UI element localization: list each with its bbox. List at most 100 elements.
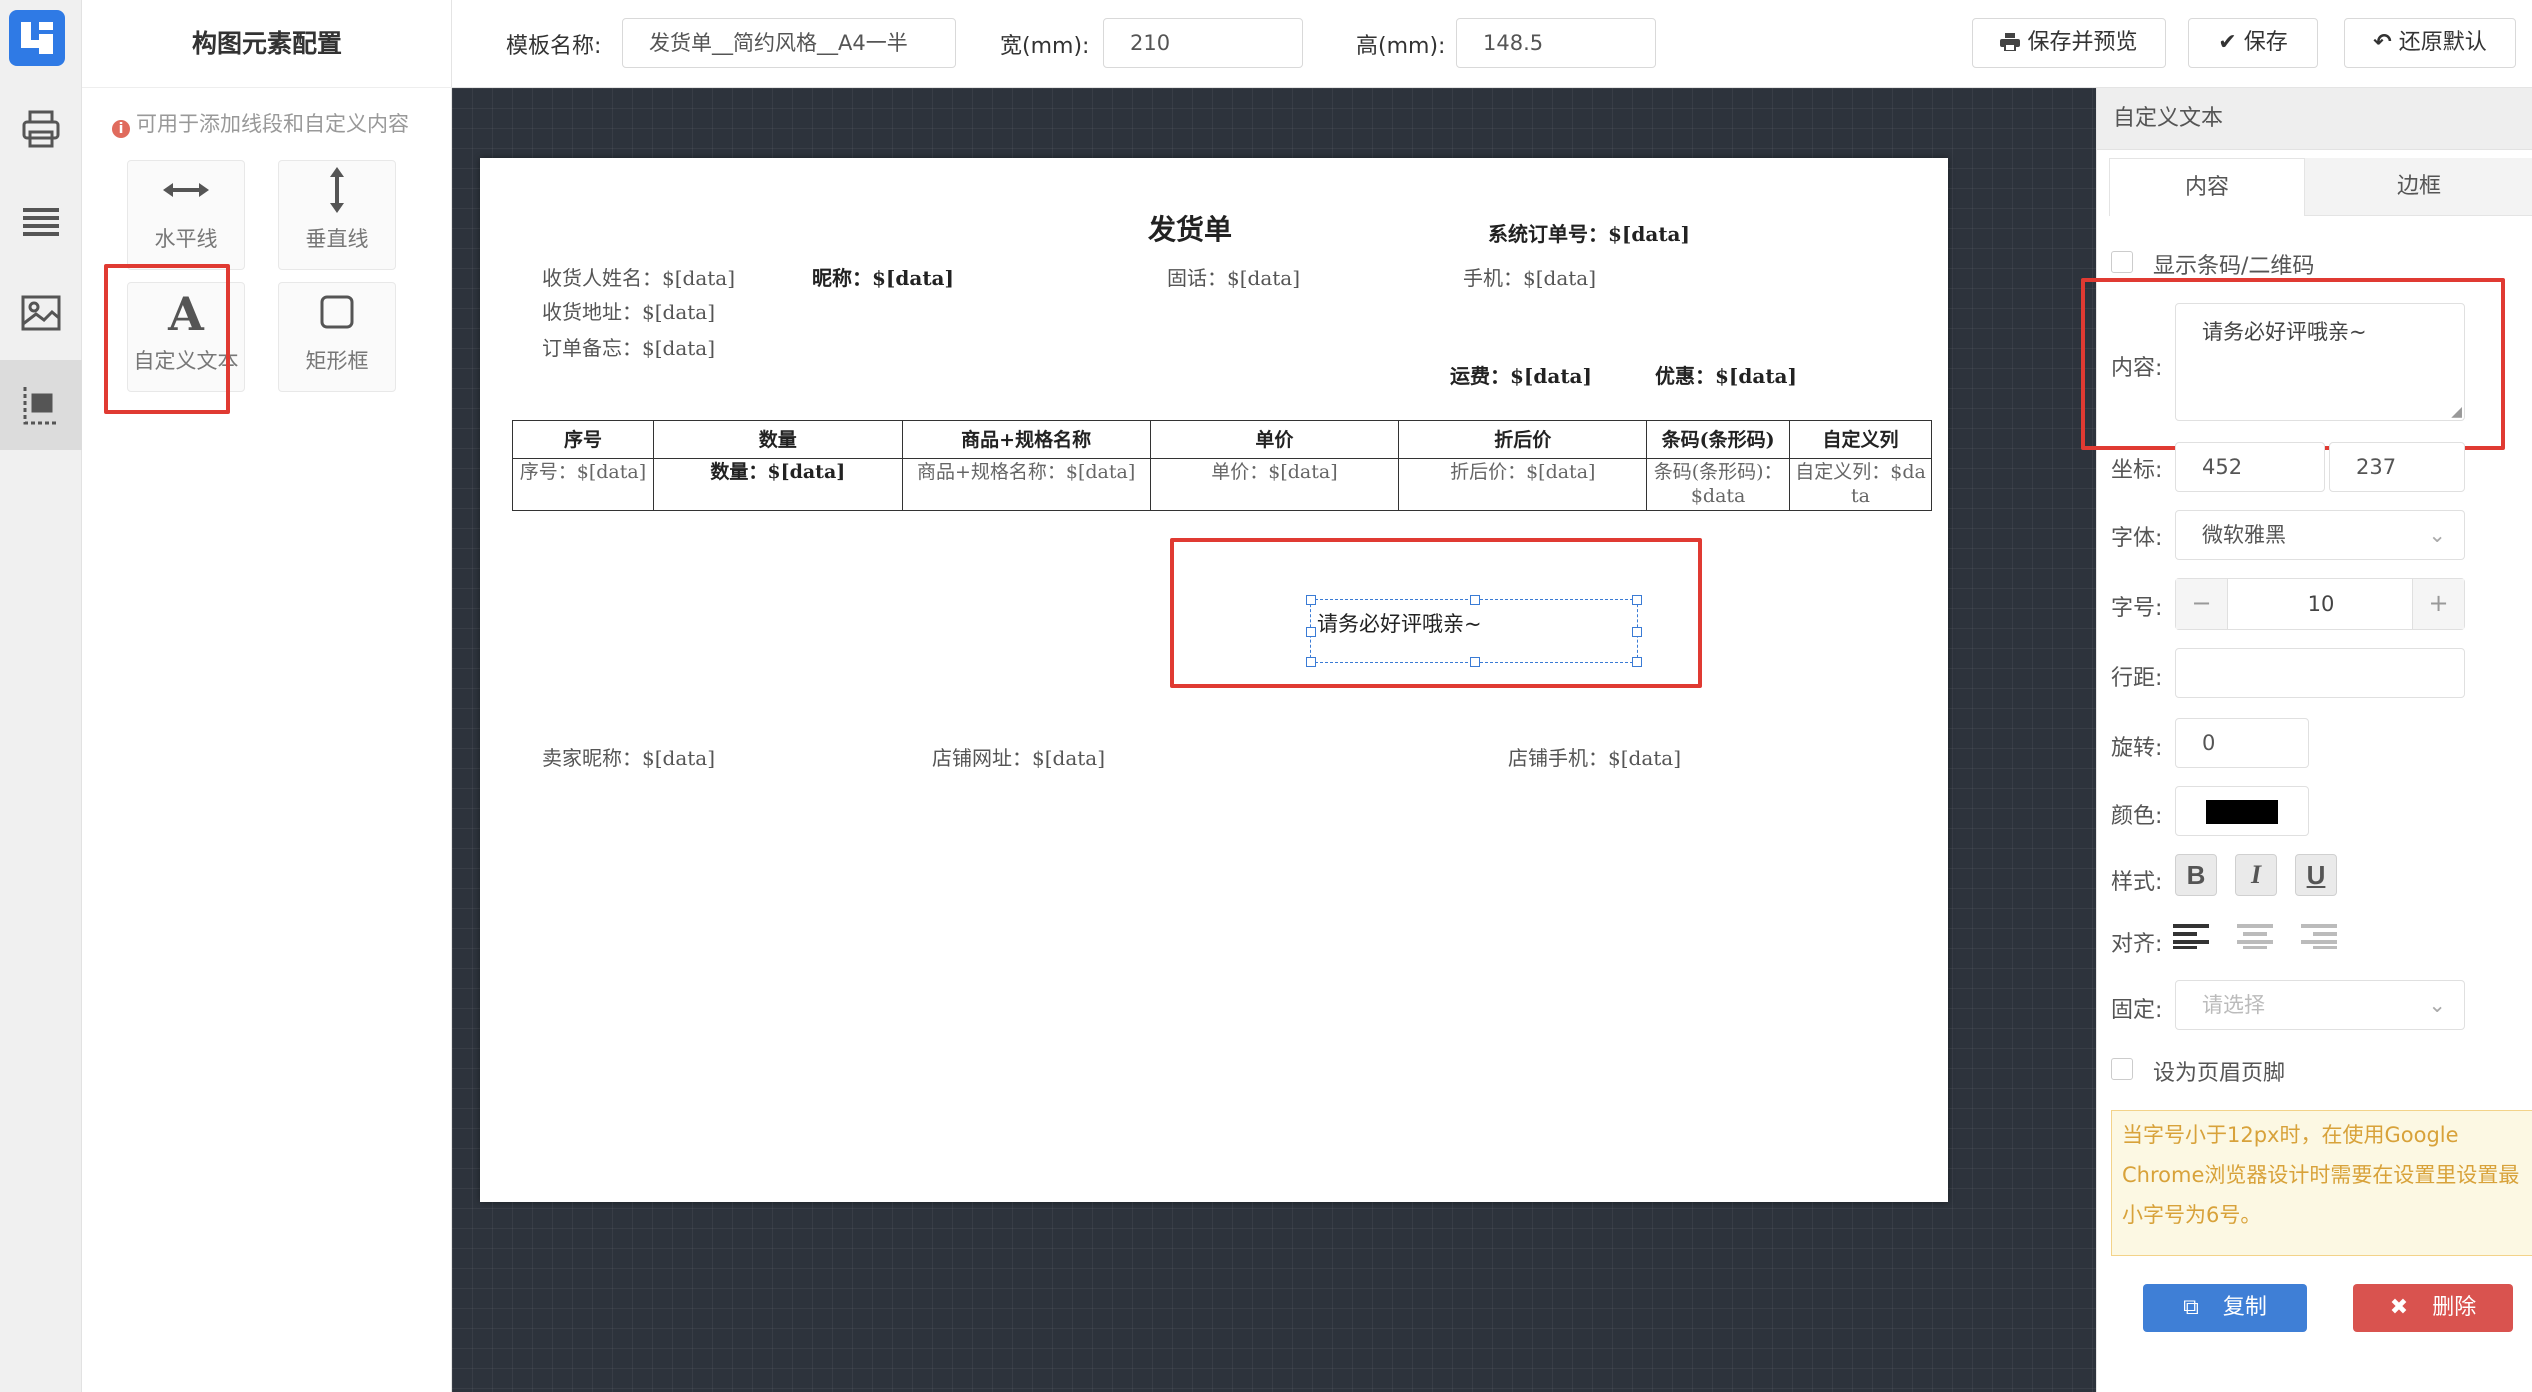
table-header-cell: 序号 [512, 420, 654, 459]
size-value[interactable]: 10 [2228, 579, 2414, 629]
elements-panel-title: 构图元素配置 [82, 0, 452, 88]
chevron-down-icon: ⌄ [2428, 993, 2446, 1017]
warning-text: 当字号小于12px时，在使用Google Chrome浏览器设计时需要在设置里设… [2122, 1123, 2520, 1227]
nickname[interactable]: 昵称：$[data] [812, 262, 954, 291]
tab-content[interactable]: 内容 [2109, 158, 2305, 216]
paper[interactable]: 发货单 系统订单号：$[data] 收货人姓名：$[data] 昵称：$[dat… [480, 158, 1948, 1202]
bold-button[interactable]: B [2175, 854, 2217, 896]
copy-button[interactable]: ⧉ 复制 [2143, 1284, 2307, 1332]
reset-label: 还原默认 [2398, 30, 2487, 55]
fixed-select[interactable]: 请选择 ⌄ [2175, 980, 2465, 1030]
receiver-name[interactable]: 收货人姓名：$[data] [542, 262, 735, 291]
printer-icon [2000, 30, 2021, 55]
tool-rectangle[interactable]: 矩形框 [278, 282, 396, 392]
coord-x-input[interactable]: 452 [2175, 442, 2325, 492]
seller-nick[interactable]: 卖家昵称：$[data] [542, 742, 715, 771]
header-footer-checkbox[interactable] [2111, 1058, 2133, 1080]
order-number[interactable]: 系统订单号：$[data] [1488, 218, 1690, 247]
table-header-cell: 自定义列 [1789, 420, 1932, 459]
italic-button[interactable]: I [2235, 854, 2277, 896]
table-cell: 数量：$[data] [652, 458, 903, 511]
paper-title[interactable]: 发货单 [1148, 208, 1232, 248]
align-right-icon[interactable] [2301, 922, 2337, 954]
table-cell: 序号：$[data] [512, 458, 654, 511]
tool-vertical-line[interactable]: 垂直线 [278, 160, 396, 270]
top-bar: 模板名称: 发货单__简约风格__A4一半 宽(mm): 210 高(mm): … [452, 0, 2532, 88]
font-select[interactable]: 微软雅黑 ⌄ [2175, 510, 2465, 560]
align-label: 对齐: [2111, 932, 2163, 957]
template-name-label: 模板名称: [506, 34, 602, 59]
layout-element-icon[interactable] [0, 360, 82, 450]
save-label: 保存 [2243, 30, 2288, 55]
highlight-box-tool [104, 264, 230, 414]
show-barcode-checkbox[interactable] [2111, 251, 2133, 273]
fixed-label: 固定: [2111, 998, 2163, 1023]
mobile[interactable]: 手机：$[data] [1463, 262, 1596, 291]
tool-label: 垂直线 [305, 227, 369, 251]
coord-label: 坐标: [2111, 458, 2163, 483]
fixed-placeholder: 请选择 [2202, 993, 2265, 1017]
color-picker[interactable] [2175, 786, 2309, 836]
save-preview-button[interactable]: 保存并预览 [1972, 18, 2166, 68]
properties-header: 自定义文本 [2097, 88, 2532, 150]
check-icon: ✔ [2218, 30, 2237, 55]
table-header-cell: 折后价 [1398, 420, 1648, 459]
table-header-cell: 条码(条形码) [1646, 420, 1791, 459]
horizontal-arrow-icon [161, 180, 211, 205]
remark[interactable]: 订单备忘：$[data] [542, 332, 715, 361]
table-cell: 条码(条形码)：$data [1646, 458, 1791, 511]
close-icon: ✖ [2389, 1295, 2409, 1320]
tab-border[interactable]: 边框 [2305, 158, 2532, 216]
template-name-input[interactable]: 发货单__简约风格__A4一半 [622, 18, 956, 68]
logo-icon[interactable] [9, 10, 65, 66]
align-center-icon[interactable] [2237, 922, 2273, 954]
rotate-label: 旋转: [2111, 736, 2163, 761]
image-icon[interactable] [0, 268, 82, 358]
phone[interactable]: 固话：$[data] [1167, 262, 1300, 291]
delete-label: 删除 [2432, 1295, 2477, 1320]
table-header-cell: 数量 [652, 420, 903, 459]
line-height-label: 行距: [2111, 666, 2163, 691]
tool-horizontal-line[interactable]: 水平线 [127, 160, 245, 270]
tip-text: i 可用于添加线段和自定义内容 [112, 108, 409, 138]
line-height-input[interactable] [2175, 648, 2465, 698]
discount[interactable]: 优惠：$[data] [1655, 360, 1797, 389]
size-minus-button[interactable]: − [2176, 579, 2228, 629]
left-rail [0, 0, 82, 1392]
underline-button[interactable]: U [2295, 854, 2337, 896]
copy-icon: ⧉ [2183, 1295, 2199, 1320]
vertical-arrow-icon [327, 165, 347, 220]
font-size-stepper[interactable]: − 10 + [2175, 578, 2465, 630]
table-header-row: 序号 数量 商品+规格名称 单价 折后价 条码(条形码) 自定义列 [512, 420, 1932, 459]
table-cell: 商品+规格名称：$[data] [901, 458, 1151, 511]
address[interactable]: 收货地址：$[data] [542, 296, 715, 325]
tool-label: 水平线 [154, 227, 218, 251]
printer-icon[interactable] [0, 84, 82, 174]
align-left-icon[interactable] [2173, 922, 2209, 954]
width-label: 宽(mm): [1000, 34, 1090, 59]
header-footer-label: 设为页眉页脚 [2153, 1061, 2286, 1086]
undo-icon: ↶ [2373, 30, 2392, 55]
highlight-box-content [2081, 278, 2505, 450]
style-label: 样式: [2111, 870, 2163, 895]
size-label: 字号: [2111, 596, 2163, 621]
size-plus-button[interactable]: + [2412, 579, 2464, 629]
reset-button[interactable]: ↶ 还原默认 [2344, 18, 2516, 68]
tip-label: 可用于添加线段和自定义内容 [136, 112, 409, 136]
list-icon[interactable] [0, 176, 82, 266]
rotate-input[interactable]: 0 [2175, 718, 2309, 768]
font-label: 字体: [2111, 526, 2163, 551]
delete-button[interactable]: ✖ 删除 [2353, 1284, 2513, 1332]
shop-url[interactable]: 店铺网址：$[data] [932, 742, 1105, 771]
items-table[interactable]: 序号 数量 商品+规格名称 单价 折后价 条码(条形码) 自定义列 序号：$[d… [512, 420, 1932, 511]
square-icon [319, 294, 355, 335]
color-label: 颜色: [2111, 804, 2163, 829]
shipping-fee[interactable]: 运费：$[data] [1450, 360, 1592, 389]
highlight-box-custom-text [1170, 538, 1702, 688]
width-input[interactable]: 210 [1103, 18, 1303, 68]
shop-mobile[interactable]: 店铺手机：$[data] [1508, 742, 1681, 771]
save-button[interactable]: ✔ 保存 [2188, 18, 2318, 68]
height-input[interactable]: 148.5 [1456, 18, 1656, 68]
coord-y-input[interactable]: 237 [2329, 442, 2465, 492]
color-swatch [2206, 800, 2278, 824]
